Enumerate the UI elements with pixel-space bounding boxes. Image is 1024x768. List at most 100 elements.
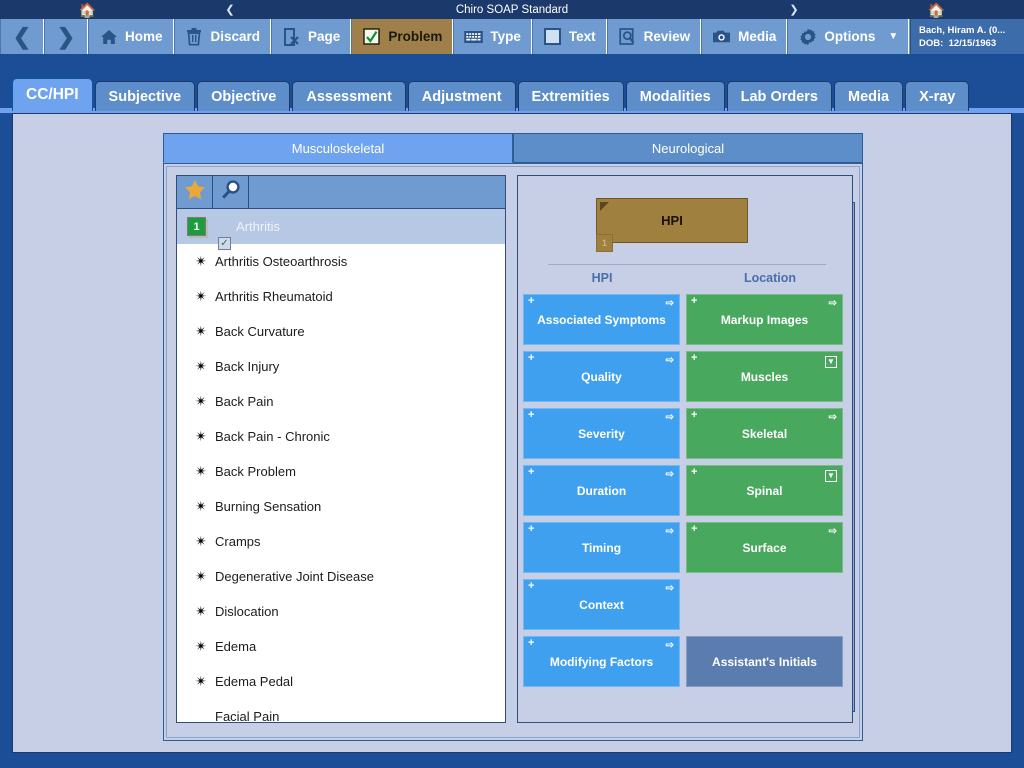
problem-list-item[interactable]: 1 ✓ Arthritis [177, 209, 505, 250]
detail-button-spinal[interactable]: + ▼ Spinal [686, 465, 843, 516]
plus-icon[interactable]: + [691, 410, 697, 421]
arrow-right-icon[interactable]: ⇨ [829, 299, 837, 309]
arrow-right-icon[interactable]: ⇨ [666, 584, 674, 594]
type-button[interactable]: Type [453, 19, 532, 54]
hpi-header-box[interactable]: HPI 1 [596, 198, 748, 252]
detail-button-quality[interactable]: + ⇨ Quality [523, 351, 680, 402]
options-button[interactable]: Options ▼ [787, 19, 910, 54]
problem-list-item-label: Back Pain [215, 394, 274, 409]
tab-cc-hpi[interactable]: CC/HPI [12, 78, 93, 111]
hpi-header-number: 1 [596, 234, 613, 252]
asterisk-icon: ✴ [195, 428, 207, 444]
titlebar-next[interactable]: ❯ [739, 0, 849, 19]
page-button[interactable]: Page [271, 19, 352, 54]
tab-modalities[interactable]: Modalities [625, 81, 725, 111]
problem-list-item[interactable]: Facial Pain [177, 699, 505, 723]
detail-button-severity[interactable]: + ⇨ Severity [523, 408, 680, 459]
tab-extremities[interactable]: Extremities [517, 81, 624, 111]
tab-adjustment[interactable]: Adjustment [407, 81, 516, 111]
detail-button-assistant-s-initials[interactable]: Assistant's Initials [686, 636, 843, 687]
tab-objective[interactable]: Objective [197, 81, 291, 111]
patient-dob-label: DOB: [919, 37, 944, 49]
tab-media[interactable]: Media [834, 81, 904, 111]
problem-button[interactable]: Problem [351, 19, 454, 54]
problem-list-rows: 1 ✓ Arthritis ✴ Arthritis Osteoarthrosis ✴ Art… [177, 209, 505, 723]
problem-list-item[interactable]: ✴ Edema Pedal [177, 664, 505, 699]
checkbox-checked-icon[interactable]: ✓ [218, 236, 231, 250]
tab-assessment[interactable]: Assessment [292, 81, 406, 111]
back-button[interactable]: ❮ [0, 19, 44, 54]
plus-icon[interactable]: + [528, 353, 534, 364]
problem-list-item[interactable]: ✴ Back Problem [177, 454, 505, 489]
detail-button-surface[interactable]: + ⇨ Surface [686, 522, 843, 573]
sub-tab-row: Musculoskeletal Neurological [163, 133, 863, 163]
plus-icon[interactable]: + [691, 353, 697, 364]
dropdown-box-icon[interactable]: ▼ [825, 470, 837, 482]
detail-button-modifying-factors[interactable]: + ⇨ Modifying Factors [523, 636, 680, 687]
problem-list-item[interactable]: ✴ Dislocation [177, 594, 505, 629]
titlebar-home-left[interactable]: 🏠 [0, 0, 175, 19]
media-button-label: Media [738, 29, 777, 44]
hpi-header-label: HPI [661, 213, 683, 228]
arrow-right-icon[interactable]: ⇨ [666, 356, 674, 366]
detail-button-context[interactable]: + ⇨ Context [523, 579, 680, 630]
problem-list-item[interactable]: ✴ Back Injury [177, 349, 505, 384]
search-button[interactable] [213, 176, 249, 208]
plus-icon[interactable]: + [691, 467, 697, 478]
dropdown-box-icon[interactable]: ▼ [825, 356, 837, 368]
plus-icon[interactable]: + [691, 296, 697, 307]
plus-icon[interactable]: + [528, 638, 534, 649]
patient-info-panel[interactable]: Bach, Hiram A. (0... DOB: 12/15/1963 [910, 19, 1024, 54]
problem-list-item-label: Degenerative Joint Disease [215, 569, 374, 584]
sub-tab-neurological[interactable]: Neurological [513, 133, 863, 163]
plus-icon[interactable]: + [528, 524, 534, 535]
home-button[interactable]: Home [88, 19, 174, 54]
media-button[interactable]: Media [701, 19, 788, 54]
favorites-filter-button[interactable] [177, 176, 213, 208]
asterisk-icon: ✴ [195, 393, 207, 409]
detail-button-markup-images[interactable]: + ⇨ Markup Images [686, 294, 843, 345]
problem-list-item[interactable]: ✴ Back Pain - Chronic [177, 419, 505, 454]
detail-button-associated-symptoms[interactable]: + ⇨ Associated Symptoms [523, 294, 680, 345]
plus-icon[interactable]: + [528, 410, 534, 421]
sub-tab-musculoskeletal[interactable]: Musculoskeletal [163, 133, 513, 163]
plus-icon[interactable]: + [691, 524, 697, 535]
text-button[interactable]: Text [531, 19, 607, 54]
detail-button-duration[interactable]: + ⇨ Duration [523, 465, 680, 516]
arrow-right-icon[interactable]: ⇨ [829, 527, 837, 537]
titlebar-home-right[interactable]: 🏠 [849, 0, 1024, 19]
detail-button-skeletal[interactable]: + ⇨ Skeletal [686, 408, 843, 459]
plus-icon[interactable]: + [528, 581, 534, 592]
forward-button[interactable]: ❯ [44, 19, 88, 54]
arrow-right-icon[interactable]: ⇨ [666, 470, 674, 480]
arrow-right-icon[interactable]: ⇨ [666, 413, 674, 423]
titlebar-prev[interactable]: ❮ [175, 0, 285, 19]
review-button[interactable]: Review [606, 19, 702, 54]
problem-list-item[interactable]: ✴ Back Curvature [177, 314, 505, 349]
tab-subjective[interactable]: Subjective [94, 81, 196, 111]
tab-x-ray[interactable]: X-ray [905, 81, 970, 111]
chevron-down-icon[interactable]: ▼ [888, 31, 898, 42]
plus-icon[interactable]: + [528, 467, 534, 478]
problem-list-item[interactable]: ✴ Back Pain [177, 384, 505, 419]
problem-list-item[interactable]: ✴ Cramps [177, 524, 505, 559]
problem-list-item[interactable]: ✴ Edema [177, 629, 505, 664]
problem-list-item[interactable]: ✴ Arthritis Rheumatoid [177, 279, 505, 314]
plus-icon[interactable]: + [528, 296, 534, 307]
problem-list-item[interactable]: ✴ Degenerative Joint Disease [177, 559, 505, 594]
problem-list-item[interactable]: ✴ Burning Sensation [177, 489, 505, 524]
options-button-label: Options [824, 29, 876, 44]
arrow-right-icon[interactable]: ⇨ [666, 641, 674, 651]
magnifier-doc-icon [618, 27, 637, 46]
problem-list-item-label: Back Pain - Chronic [215, 429, 330, 444]
tab-lab-orders[interactable]: Lab Orders [726, 81, 832, 111]
arrow-right-icon[interactable]: ⇨ [666, 299, 674, 309]
problem-list-item-label: Facial Pain [215, 709, 280, 723]
arrow-right-icon[interactable]: ⇨ [829, 413, 837, 423]
detail-button-label: Markup Images [720, 312, 809, 327]
detail-button-timing[interactable]: + ⇨ Timing [523, 522, 680, 573]
discard-button[interactable]: Discard [173, 19, 272, 54]
content-area: Musculoskeletal Neurological 1 ✓ Arthrit… [12, 113, 1012, 753]
detail-button-muscles[interactable]: + ▼ Muscles [686, 351, 843, 402]
arrow-right-icon[interactable]: ⇨ [666, 527, 674, 537]
